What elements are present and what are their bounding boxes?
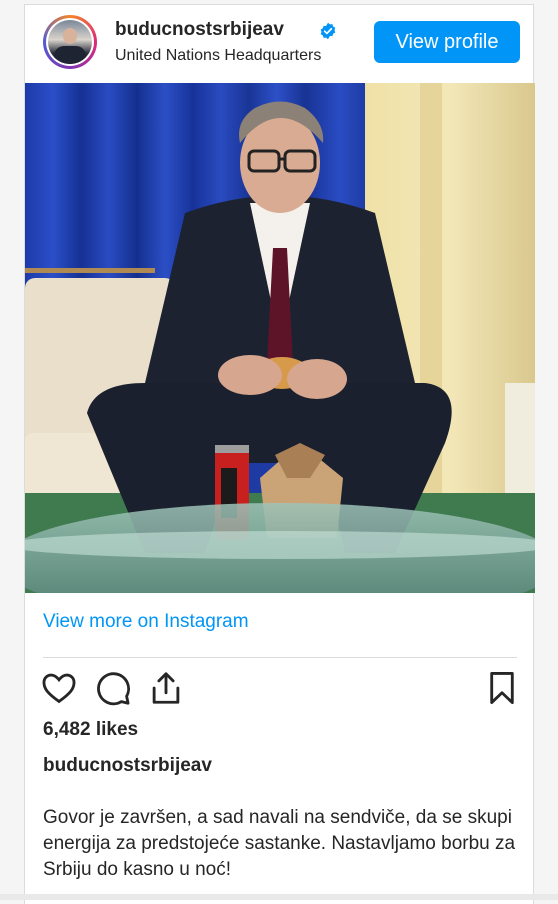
view-more-link[interactable]: View more on Instagram — [43, 611, 249, 633]
heart-icon[interactable] — [40, 669, 78, 707]
comment-icon[interactable] — [94, 669, 132, 707]
profile-avatar[interactable] — [43, 15, 97, 69]
divider — [43, 657, 517, 658]
avatar-body — [54, 46, 86, 64]
avatar-frame — [46, 18, 94, 66]
username-link[interactable]: buducnostsrbijeav — [115, 19, 284, 41]
instagram-embed-card: buducnostsrbijeav United Nations Headqua… — [24, 4, 535, 904]
verified-badge-icon — [320, 22, 336, 40]
view-profile-button[interactable]: View profile — [374, 21, 520, 63]
bottom-bar — [0, 894, 558, 900]
caption-username[interactable]: buducnostsrbijeav — [43, 755, 212, 777]
likes-count[interactable]: 6,482 likes — [43, 719, 138, 741]
avatar-image — [48, 20, 92, 64]
post-photo[interactable] — [25, 83, 535, 593]
bookmark-icon[interactable] — [483, 669, 521, 707]
post-header: buducnostsrbijeav United Nations Headqua… — [25, 5, 533, 83]
location-link[interactable]: United Nations Headquarters — [115, 47, 333, 65]
caption-text: Govor je završen, a sad navali na sendvi… — [43, 807, 516, 880]
share-icon[interactable] — [147, 669, 185, 707]
photo-illustration — [25, 83, 535, 593]
avatar-face — [63, 28, 77, 44]
